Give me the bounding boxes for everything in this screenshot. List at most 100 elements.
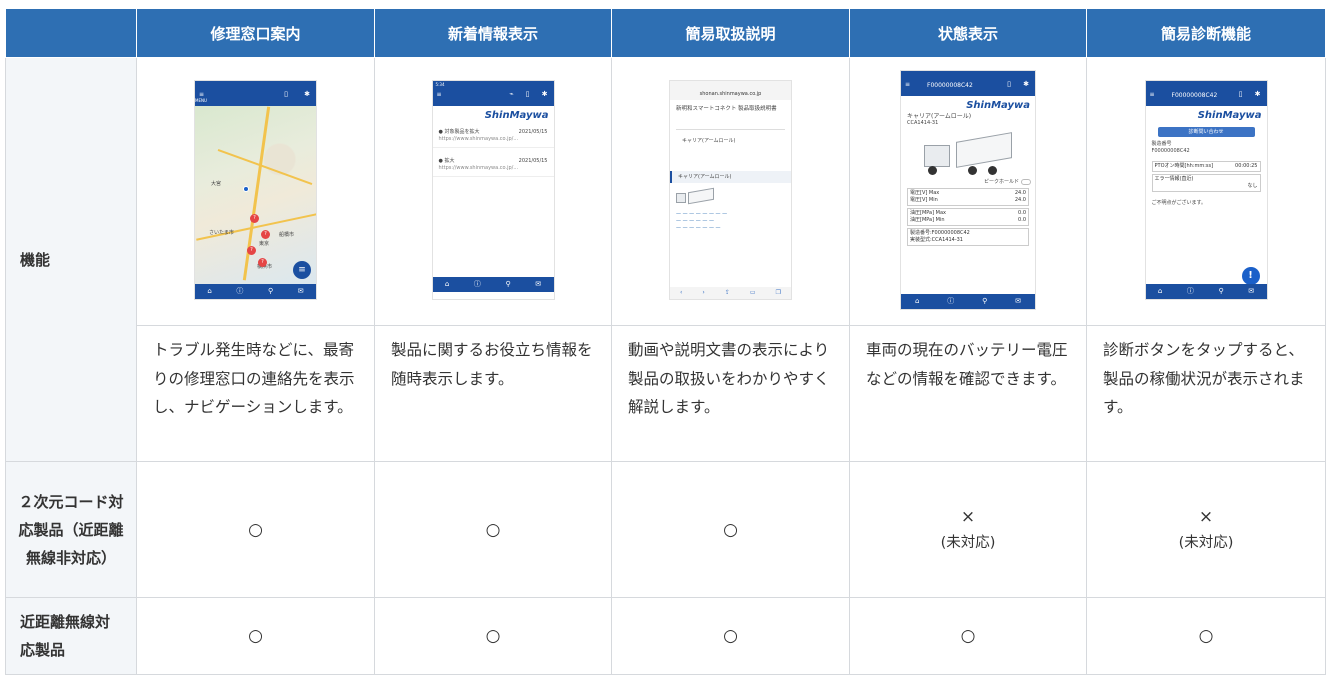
manual-section-title: キャリア(アームロール)	[676, 128, 785, 145]
support-note: (未対応)	[940, 535, 996, 551]
header-corner	[5, 8, 137, 58]
map-label: 船橋市	[279, 231, 295, 238]
row-header-near-field: 近距離無線対応製品	[5, 597, 137, 675]
support-mark: ○	[248, 519, 263, 540]
manual-link-lines[interactable]: — — — — — — — — — — — — — — — — — — — — —	[670, 211, 791, 232]
home-icon[interactable]: ⌂	[207, 287, 211, 295]
phone-status-bar	[195, 80, 316, 88]
map-road	[217, 148, 313, 185]
browser-url-bar[interactable]: shonan.shinmaywa.co.jp	[670, 87, 791, 100]
feature-screens-row: 機能 ≡ MENU ▯ ✱ 大宮 さいたま市 東京 横浜市 船橋市 ? ? ? …	[5, 57, 1326, 462]
app-bottom-nav: ⌂ ⓘ ⚲ ✉	[901, 293, 1035, 309]
news-item[interactable]: ● 拡大 2021/05/15 https://www.shinmaywa.co.…	[432, 158, 554, 177]
column-header-diagnosis: 簡易診断機能	[1086, 8, 1326, 58]
repair-shop-pin-icon[interactable]: ?	[258, 257, 267, 267]
row-header-qr: ２次元コード対応製品（近距離無線非対応）	[5, 461, 137, 598]
qr-support-cell: ○	[374, 461, 612, 598]
app-header: ≡ MENU ▯ ✱	[195, 87, 316, 106]
news-url: https://www.shinmaywa.co.jp/...	[438, 135, 519, 142]
info-icon[interactable]: ⓘ	[947, 296, 954, 306]
qr-support-cell: ○	[611, 461, 850, 598]
screenshot-cell-manual: shonan.shinmaywa.co.jp 新明和スマートコネクト 製品取扱説…	[611, 57, 850, 326]
map-road	[242, 106, 271, 280]
status-value: 24.0	[1014, 196, 1026, 203]
current-location-icon	[243, 185, 249, 192]
info-icon[interactable]: ⓘ	[474, 279, 481, 289]
home-icon[interactable]: ⌂	[445, 280, 449, 288]
phone-status-bar	[670, 80, 791, 88]
info-icon[interactable]: ⓘ	[236, 286, 243, 296]
app-header: ≡ ⌁ ▯ ✱	[432, 87, 554, 106]
description-repair: トラブル発生時などに、最寄りの修理窓口の連絡先を表示し、ナビゲーションします。	[136, 325, 375, 462]
column-header-manual: 簡易取扱説明	[611, 8, 850, 58]
support-mark: ○	[485, 519, 501, 540]
alert-icon[interactable]: !	[1241, 266, 1260, 285]
device-id: F00000008C42	[1171, 91, 1218, 99]
list-icon[interactable]: ≡	[293, 260, 311, 279]
tabs-icon[interactable]: ❐	[776, 289, 781, 296]
peak-hold-label: ピークホールド	[983, 178, 1019, 185]
product-name: キャリア(アームロール)	[907, 112, 972, 120]
qr-support-row: ２次元コード対応製品（近距離無線非対応） ○ ○ ○ × (未対応) × (未対応)	[5, 461, 1326, 598]
description-diagnosis: 診断ボタンをタップすると、製品の稼働状況が表示されます。	[1086, 325, 1326, 462]
bookmarks-icon[interactable]: ▭	[750, 289, 756, 296]
diagnosis-screenshot: ≡ F00000008C42 ▯ ✱ ShinMaywa 診断問い合わせ 製造番…	[1144, 79, 1268, 300]
row-header-feature: 機能	[5, 57, 137, 462]
header-row: 修理窓口案内 新着情報表示 簡易取扱説明 状態表示 簡易診断機能	[5, 8, 1326, 58]
manual-section-bar[interactable]: キャリア(アームロール)	[670, 170, 791, 183]
feature-comparison-table: 修理窓口案内 新着情報表示 簡易取扱説明 状態表示 簡易診断機能 機能 ≡ ME…	[5, 8, 1326, 675]
serial-label: 製造番号	[1151, 140, 1172, 147]
repair-shop-pin-icon[interactable]: ?	[250, 213, 259, 223]
forward-icon[interactable]: ›	[702, 289, 704, 296]
peak-hold-toggle[interactable]: ピークホールド	[901, 178, 1035, 186]
support-mark: ○	[723, 519, 738, 540]
phone-status-bar	[1145, 80, 1267, 88]
location-pin-icon[interactable]: ⚲	[268, 287, 273, 295]
phone-status-bar	[901, 70, 1035, 78]
phone-status-bar: 5:34	[432, 80, 554, 88]
near-support-cell: ○	[611, 597, 850, 675]
location-pin-icon[interactable]: ⚲	[982, 297, 987, 305]
home-icon[interactable]: ⌂	[1158, 287, 1162, 295]
diagnosis-inquiry-button[interactable]: 診断問い合わせ	[1157, 126, 1255, 137]
column-header-status: 状態表示	[849, 8, 1087, 58]
description-news: 製品に関するお役立ち情報を随時表示します。	[374, 325, 612, 462]
news-url: https://www.shinmaywa.co.jp/...	[438, 164, 519, 171]
manual-screenshot: shonan.shinmaywa.co.jp 新明和スマートコネクト 製品取扱説…	[669, 79, 792, 300]
info-icon[interactable]: ⓘ	[1187, 286, 1194, 296]
repair-shop-pin-icon[interactable]: ?	[261, 229, 270, 239]
mail-icon[interactable]: ✉	[1248, 287, 1254, 295]
manual-heading: 新明和スマートコネクト 製品取扱説明書	[676, 105, 777, 112]
qr-support-cell: × (未対応)	[849, 461, 1087, 598]
status-value: 0.0	[1018, 209, 1026, 216]
diagnosis-note: ご不明点がございます。	[1151, 199, 1207, 206]
column-header-repair: 修理窓口案内	[136, 8, 375, 58]
home-indicator	[432, 291, 554, 299]
repair-shop-pin-icon[interactable]: ?	[247, 245, 256, 255]
mail-icon[interactable]: ✉	[1015, 297, 1021, 305]
near-support-cell: ○	[136, 597, 375, 675]
app-bottom-nav: ⌂ ⓘ ⚲ ✉	[1145, 283, 1267, 299]
support-mark: ×	[960, 507, 976, 527]
screenshot-cell-repair: ≡ MENU ▯ ✱ 大宮 さいたま市 東京 横浜市 船橋市 ? ? ? ? ≡…	[136, 57, 375, 326]
news-item[interactable]: ● 対象製品を拡大 2021/05/15 https://www.shinmayw…	[432, 129, 554, 148]
location-pin-icon[interactable]: ⚲	[1219, 287, 1224, 295]
brand-logo: ShinMaywa	[484, 109, 549, 121]
home-icon[interactable]: ⌂	[915, 297, 919, 305]
feature-description-row: トラブル発生時などに、最寄りの修理窓口の連絡先を表示し、ナビゲーションします。 …	[6, 325, 1326, 462]
bluetooth-icon: ✱	[541, 89, 548, 98]
status-value: 0.0	[1018, 216, 1026, 223]
menu-icon: ≡	[199, 90, 205, 98]
pto-label: PTOオン時間[hh:mm:ss]	[1154, 162, 1214, 169]
toggle-icon[interactable]	[1021, 178, 1031, 185]
near-support-cell: ○	[849, 597, 1087, 675]
share-icon[interactable]: ⇪	[725, 289, 730, 296]
new-info-icon[interactable]: ✉	[535, 280, 541, 288]
diagnosis-values: PTOオン時間[hh:mm:ss] 00:00:25 エラー情報(直近) なし	[1146, 160, 1267, 192]
menu-icon: ≡	[905, 80, 911, 88]
phone-icon: ▯	[284, 89, 288, 98]
serial-value: F00000008C42	[1151, 147, 1190, 154]
mail-icon[interactable]: ✉	[298, 287, 304, 295]
back-icon[interactable]: ‹	[680, 289, 682, 296]
location-pin-icon[interactable]: ⚲	[506, 280, 511, 288]
